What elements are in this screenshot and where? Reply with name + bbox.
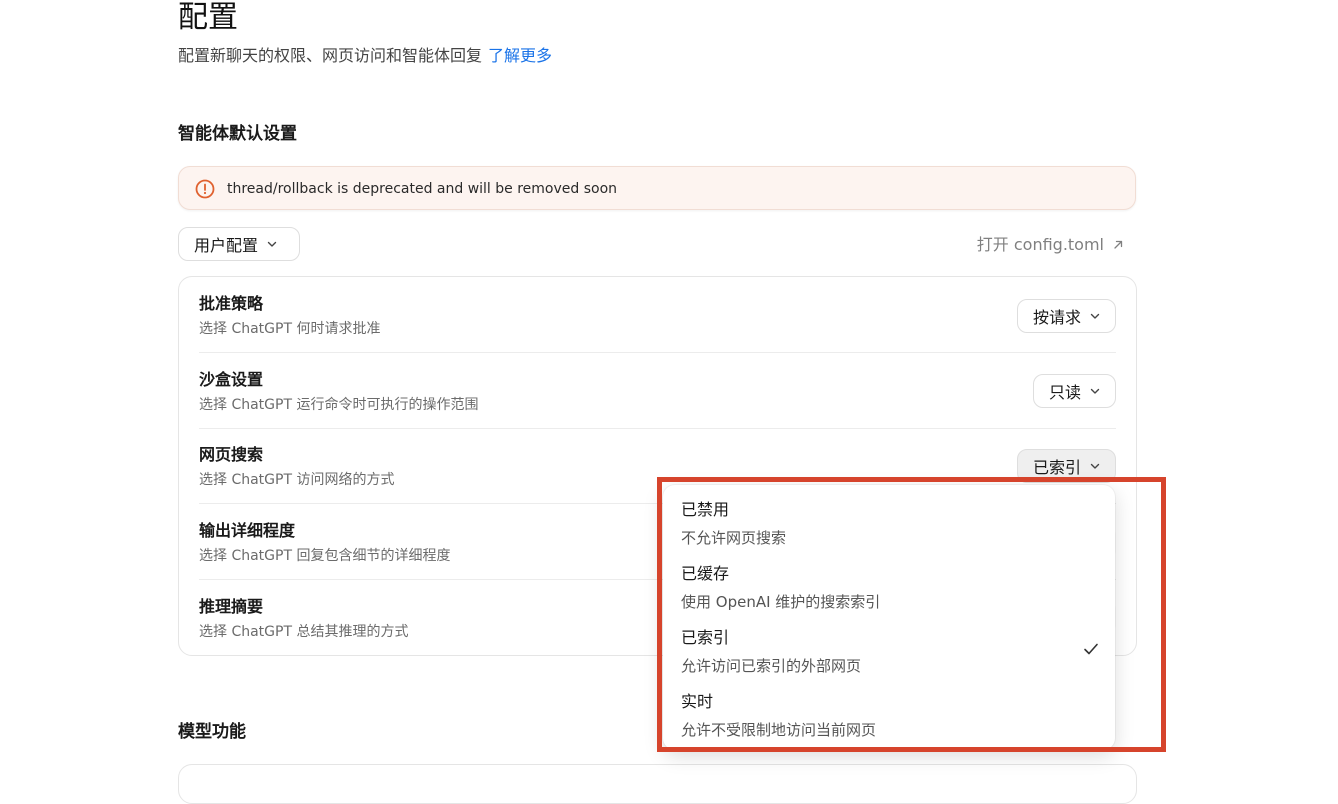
option-title: 实时 <box>681 692 714 711</box>
page-subtitle: 配置新聊天的权限、网页访问和智能体回复 了解更多 <box>178 44 552 68</box>
setting-description: 选择 ChatGPT 何时请求批准 <box>199 321 381 337</box>
web-search-dropdown-menu: 已禁用 不允许网页搜索 已缓存 使用 OpenAI 维护的搜索索引 已索引 允许… <box>663 485 1115 750</box>
open-config-label: 打开 config.toml <box>976 235 1104 254</box>
chevron-down-icon <box>1089 382 1101 401</box>
warning-icon <box>195 179 215 199</box>
chevron-down-icon <box>1089 307 1101 326</box>
page-title: 配置 <box>178 0 238 35</box>
section-title-model-features: 模型功能 <box>178 722 246 742</box>
option-description: 使用 OpenAI 维护的搜索索引 <box>681 593 881 611</box>
approval-policy-select[interactable]: 按请求 <box>1016 299 1116 333</box>
web-search-select[interactable]: 已索引 <box>1016 449 1116 483</box>
setting-description: 选择 ChatGPT 运行命令时可执行的操作范围 <box>199 397 479 413</box>
chevron-down-icon <box>266 235 278 254</box>
menu-option-cached[interactable]: 已缓存 使用 OpenAI 维护的搜索索引 <box>663 549 1115 613</box>
config-scope-dropdown[interactable]: 用户配置 <box>178 227 300 261</box>
section-title-agent-defaults: 智能体默认设置 <box>178 124 297 144</box>
menu-option-disabled[interactable]: 已禁用 不允许网页搜索 <box>663 485 1115 549</box>
config-scope-label: 用户配置 <box>194 236 259 255</box>
option-description: 允许不受限制地访问当前网页 <box>681 721 877 739</box>
setting-label: 推理摘要 <box>199 597 264 616</box>
open-config-link[interactable]: 打开 config.toml <box>977 233 1124 257</box>
select-value: 按请求 <box>1032 308 1081 327</box>
deprecation-warning: thread/rollback is deprecated and will b… <box>178 166 1136 210</box>
option-description: 允许访问已索引的外部网页 <box>681 657 862 675</box>
setting-row-sandbox: 沙盒设置 选择 ChatGPT 运行命令时可执行的操作范围 只读 <box>199 353 1116 429</box>
option-title: 已索引 <box>681 628 730 647</box>
sandbox-select[interactable]: 只读 <box>1032 374 1116 408</box>
setting-label: 沙盒设置 <box>199 370 264 389</box>
page-subtitle-text: 配置新聊天的权限、网页访问和智能体回复 <box>178 46 483 65</box>
setting-label: 网页搜索 <box>199 445 264 464</box>
setting-description: 选择 ChatGPT 总结其推理的方式 <box>199 624 409 640</box>
option-title: 已禁用 <box>681 500 730 519</box>
warning-text: thread/rollback is deprecated and will b… <box>227 181 618 197</box>
setting-label: 输出详细程度 <box>199 521 296 540</box>
setting-description: 选择 ChatGPT 回复包含细节的详细程度 <box>199 548 451 564</box>
learn-more-link[interactable]: 了解更多 <box>488 46 552 65</box>
select-value: 已索引 <box>1032 458 1081 477</box>
model-features-card <box>178 764 1137 804</box>
select-value: 只读 <box>1048 383 1081 402</box>
setting-label: 批准策略 <box>199 294 264 313</box>
setting-row-approval: 批准策略 选择 ChatGPT 何时请求批准 按请求 <box>199 277 1116 353</box>
external-link-icon <box>1114 240 1123 249</box>
chevron-down-icon <box>1089 457 1101 476</box>
setting-description: 选择 ChatGPT 访问网络的方式 <box>199 472 395 488</box>
option-description: 不允许网页搜索 <box>681 529 787 547</box>
menu-option-live[interactable]: 实时 允许不受限制地访问当前网页 <box>663 677 1115 741</box>
option-title: 已缓存 <box>681 564 730 583</box>
menu-option-indexed[interactable]: 已索引 允许访问已索引的外部网页 <box>663 613 1115 677</box>
checkmark-icon <box>1083 641 1099 660</box>
